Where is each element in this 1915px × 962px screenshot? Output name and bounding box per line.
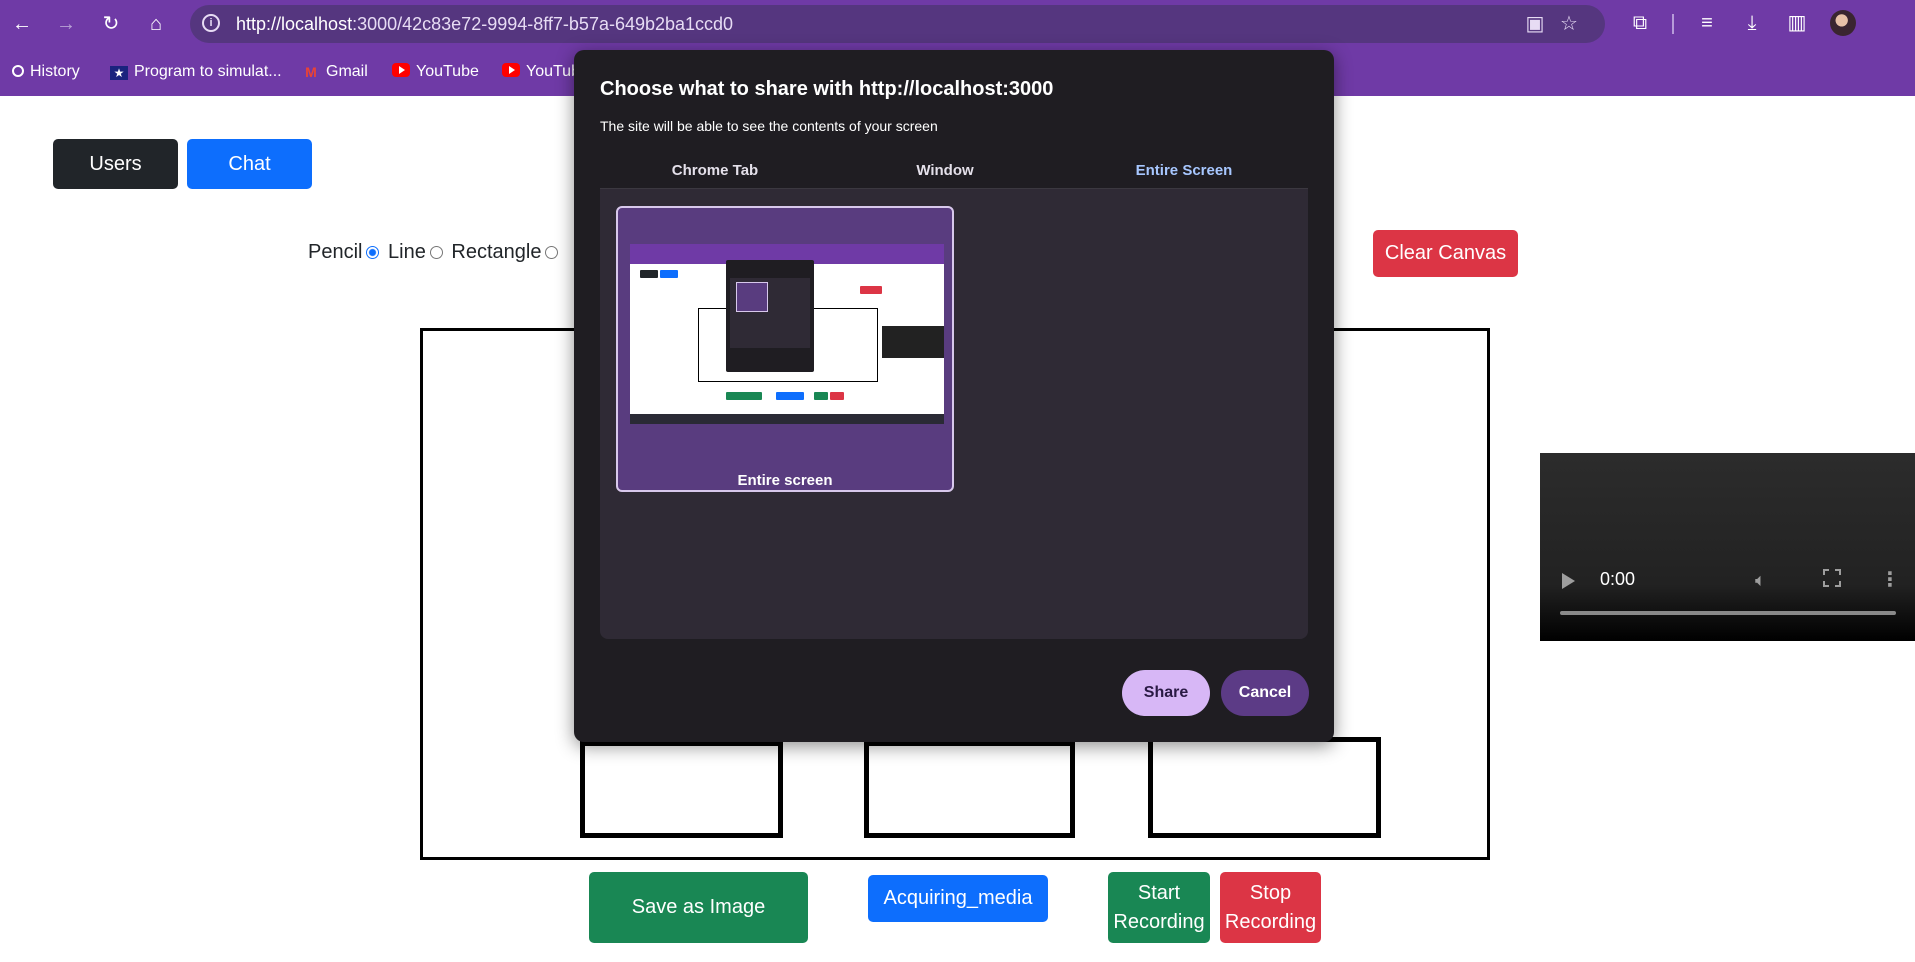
bookmark-label: Program to simulat...: [134, 63, 282, 80]
history-icon: [12, 65, 24, 77]
acquiring-media-button[interactable]: Acquiring_media: [868, 875, 1048, 922]
bookmark-label: History: [30, 63, 80, 80]
browser-toolbar: ← → ↻ ⌂ i http://localhost:3000/42c83e72…: [0, 0, 1915, 48]
screen-share-dialog: Choose what to share with http://localho…: [574, 50, 1334, 742]
source-panel: Entire screen: [600, 189, 1308, 639]
bookmark-youtube-2[interactable]: YouTube: [502, 60, 574, 84]
home-icon[interactable]: ⌂: [142, 10, 170, 38]
tab-chrome-tab[interactable]: Chrome Tab: [600, 154, 830, 188]
bookmark-label: Gmail: [326, 63, 368, 80]
url-path: :3000/42c83e72-9994-8ff7-b57a-649b2ba1cc…: [352, 14, 734, 34]
tab-entire-screen[interactable]: Entire Screen: [1060, 154, 1308, 190]
thumbnail-button: [660, 270, 678, 278]
extensions-icon[interactable]: ⧉: [1627, 10, 1653, 36]
bookmark-label: YouTube: [416, 63, 479, 80]
dialog-title: Choose what to share with http://localho…: [600, 78, 1054, 100]
forward-icon[interactable]: →: [52, 10, 80, 38]
cast-icon[interactable]: ▣: [1524, 13, 1546, 35]
pencil-label: Pencil: [308, 241, 363, 263]
start-recording-button[interactable]: Start Recording: [1108, 872, 1210, 943]
thumbnail-dialog: [726, 260, 814, 372]
thumbnail-dialog-card: [736, 282, 768, 312]
more-options-icon[interactable]: ⋮: [1880, 567, 1900, 592]
rectangle-radio[interactable]: [545, 246, 559, 259]
gmail-icon: M: [305, 64, 317, 80]
stop-recording-label: Recording: [1224, 910, 1317, 933]
stop-recording-label: Stop: [1249, 881, 1292, 904]
users-button[interactable]: Users: [53, 139, 178, 189]
start-recording-label: Recording: [1113, 910, 1205, 933]
clear-canvas-button[interactable]: Clear Canvas: [1373, 230, 1518, 277]
bookmark-star-icon[interactable]: ☆: [1558, 13, 1580, 35]
side-panel-icon[interactable]: ▥: [1784, 10, 1810, 36]
thumbnail-video: [882, 326, 944, 358]
screen-thumbnail: [630, 244, 944, 424]
fullscreen-icon[interactable]: [1823, 569, 1841, 587]
stop-recording-button[interactable]: Stop Recording: [1220, 872, 1321, 943]
drawn-rectangle: [1148, 737, 1381, 838]
chat-button[interactable]: Chat: [187, 139, 312, 189]
thumbnail-button: [830, 392, 844, 400]
play-icon[interactable]: [1562, 573, 1575, 589]
bookmark-youtube[interactable]: YouTube: [392, 60, 479, 84]
profile-avatar[interactable]: [1830, 10, 1856, 36]
video-player[interactable]: 0:00 🔈︎ ⋮: [1540, 453, 1915, 641]
bookmark-history[interactable]: History: [12, 60, 80, 84]
star-site-icon: ★: [110, 66, 128, 80]
entire-screen-source[interactable]: Entire screen: [616, 206, 954, 492]
url-host: http://localhost: [236, 14, 353, 34]
line-label: Line: [388, 241, 426, 263]
volume-icon[interactable]: 🔈︎: [1755, 570, 1766, 591]
source-label: Entire screen: [737, 472, 833, 489]
bookmark-label: YouTube: [526, 63, 574, 80]
bookmark-gmail[interactable]: M Gmail: [302, 60, 368, 84]
thumbnail-button: [814, 392, 828, 400]
share-button[interactable]: Share: [1122, 670, 1210, 716]
video-time: 0:00: [1600, 569, 1636, 589]
bookmark-program[interactable]: ★ Program to simulat...: [110, 60, 282, 84]
thumbnail-button: [726, 392, 762, 400]
save-image-button[interactable]: Save as Image: [589, 872, 808, 943]
toolbar-divider: [1672, 14, 1674, 34]
site-info-icon[interactable]: i: [202, 14, 220, 32]
thumbnail-button: [640, 270, 658, 278]
drawn-rectangle: [580, 741, 783, 838]
video-progress-bar[interactable]: [1560, 611, 1896, 615]
thumbnail-taskbar: [630, 414, 944, 424]
drawing-tool-selector: Pencil Line Rectangle: [308, 241, 561, 264]
thumbnail-dialog-panel: [730, 278, 810, 348]
url-text[interactable]: http://localhost:3000/42c83e72-9994-8ff7…: [236, 14, 733, 35]
line-radio[interactable]: [429, 246, 443, 259]
rectangle-label: Rectangle: [451, 241, 542, 263]
dialog-subtitle: The site will be able to see the content…: [600, 118, 938, 134]
reload-icon[interactable]: ↻: [97, 10, 125, 38]
thumbnail-button: [860, 286, 882, 294]
back-icon[interactable]: ←: [8, 10, 36, 38]
address-bar[interactable]: i http://localhost:3000/42c83e72-9994-8f…: [190, 5, 1605, 43]
youtube-icon: [502, 63, 520, 77]
downloads-icon[interactable]: ⤓: [1739, 10, 1765, 36]
cancel-button[interactable]: Cancel: [1221, 670, 1309, 716]
start-recording-label: Start: [1137, 881, 1181, 904]
youtube-icon: [392, 63, 410, 77]
tab-window[interactable]: Window: [830, 154, 1060, 188]
drawn-rectangle: [864, 741, 1075, 838]
thumbnail-button: [776, 392, 804, 400]
media-queue-icon[interactable]: ≡: [1694, 10, 1720, 36]
pencil-radio[interactable]: [366, 246, 380, 259]
